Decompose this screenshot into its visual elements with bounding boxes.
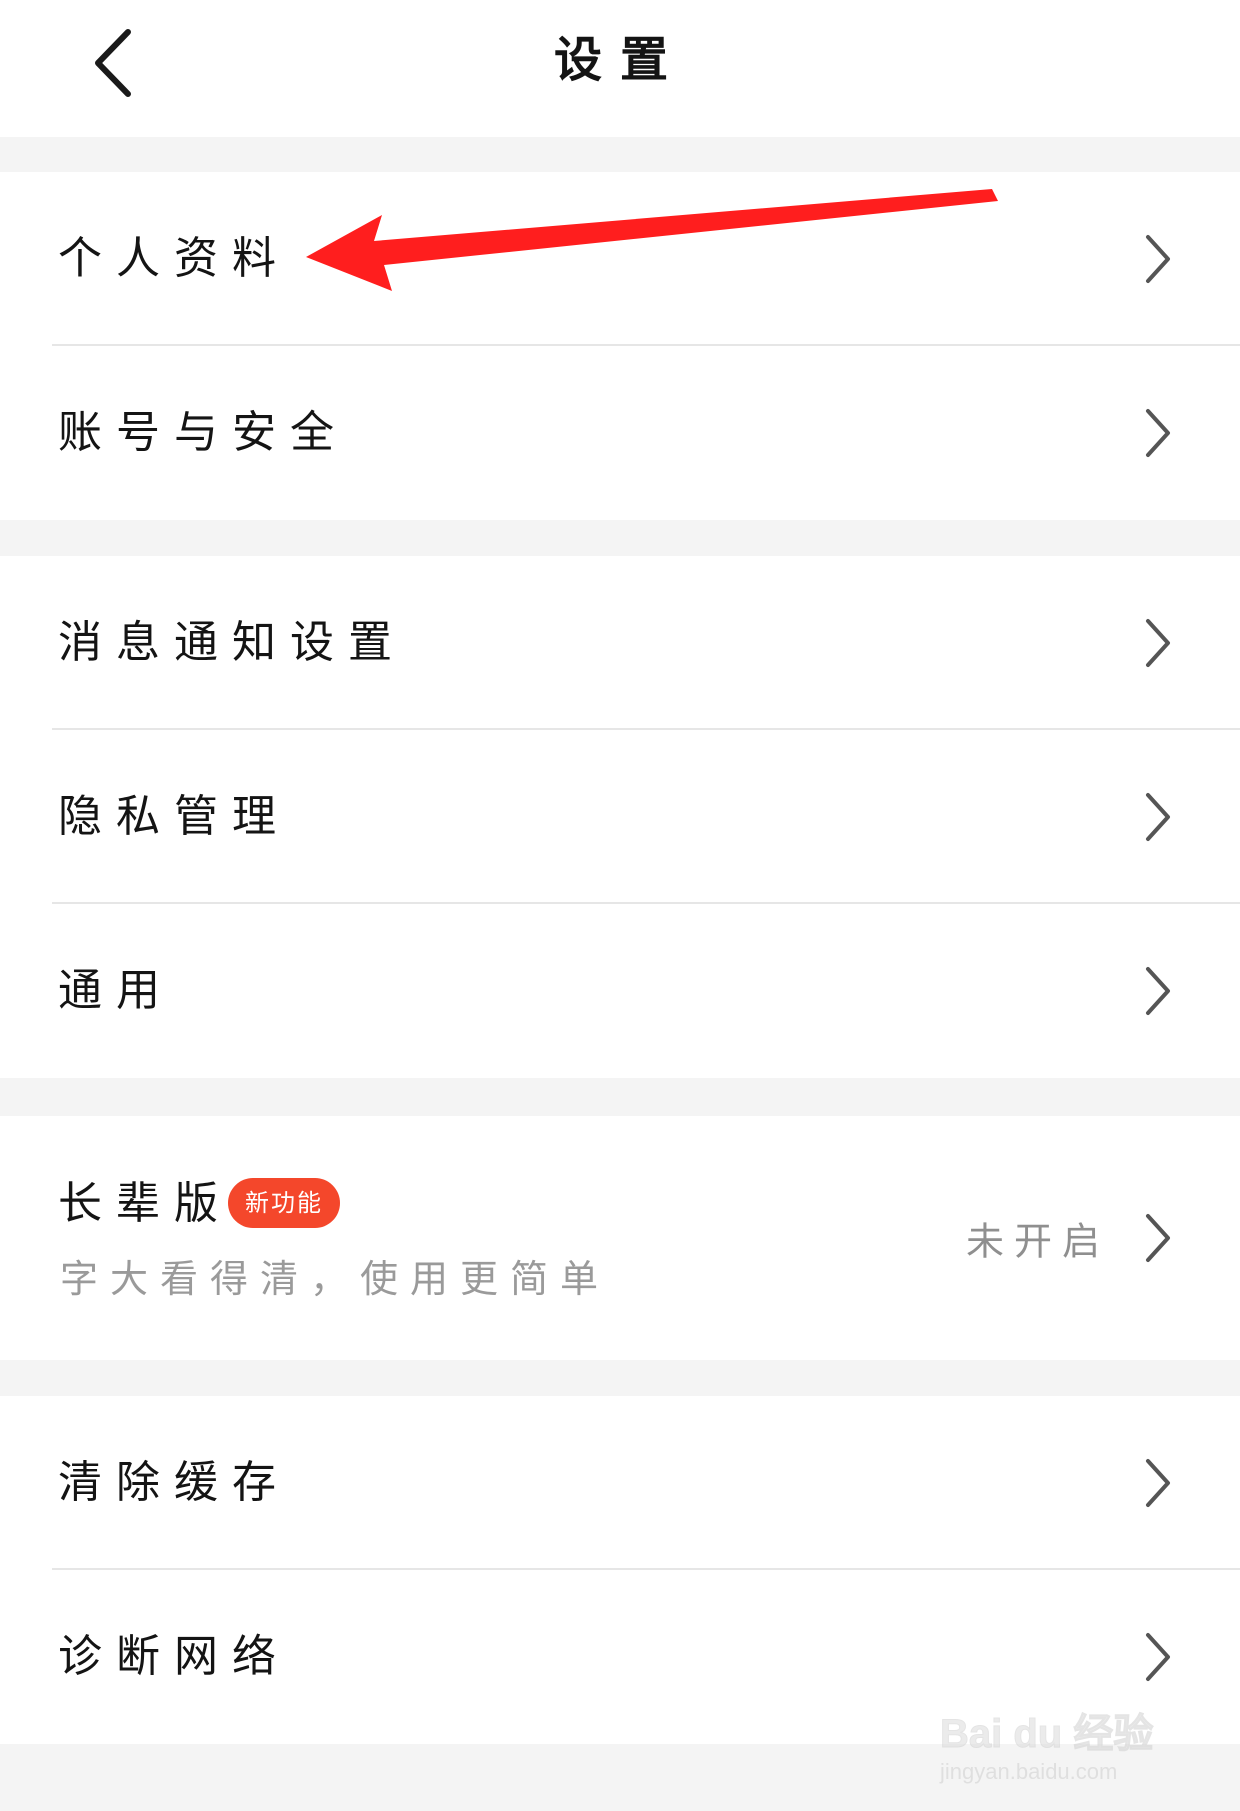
chevron-right-icon: [1146, 235, 1170, 283]
row-label: 消息通知设置: [58, 617, 406, 668]
row-label: 诊断网络: [58, 1631, 290, 1682]
watermark-logo: Bai du 经验 jingyan.baidu.com: [939, 1681, 1180, 1801]
watermark-main: Bai du 经验: [939, 1712, 1154, 1757]
chevron-right-icon: [1146, 967, 1170, 1015]
chevron-right-icon: [1146, 1633, 1170, 1681]
chevron-right-icon: [1146, 1459, 1170, 1507]
settings-row-general[interactable]: 通用: [0, 904, 1240, 1078]
chevron-right-icon: [1146, 409, 1170, 457]
row-label: 账号与安全: [58, 407, 348, 458]
chevron-right-icon: [1146, 1214, 1170, 1262]
page-title: 设置: [553, 32, 686, 88]
row-status: 未开启: [965, 1219, 1110, 1264]
new-feature-badge: 新功能: [228, 1178, 340, 1228]
row-subtitle: 字大看得清，使用更简单: [60, 1257, 611, 1301]
settings-row-account-security[interactable]: 账号与安全: [0, 346, 1240, 520]
row-label: 通用: [58, 965, 174, 1016]
settings-group-elder-mode: 长辈版 新功能 字大看得清，使用更简单 未开启: [0, 1116, 1240, 1360]
chevron-right-icon: [1146, 793, 1170, 841]
row-label: 隐私管理: [58, 791, 290, 842]
watermark-url: jingyan.baidu.com: [940, 1759, 1118, 1784]
settings-row-clear-cache[interactable]: 清除缓存: [0, 1396, 1240, 1570]
settings-group-general: 消息通知设置 隐私管理 通用: [0, 556, 1240, 1078]
settings-row-privacy[interactable]: 隐私管理: [0, 730, 1240, 904]
settings-row-notifications[interactable]: 消息通知设置: [0, 556, 1240, 730]
chevron-right-icon: [1146, 619, 1170, 667]
row-label: 清除缓存: [58, 1457, 290, 1508]
row-label: 个人资料: [58, 233, 290, 284]
row-label: 长辈版: [58, 1178, 232, 1229]
top-nav-bar: 设置: [0, 0, 1240, 137]
annotation-arrow: [306, 189, 998, 291]
settings-row-elder-mode[interactable]: 长辈版 新功能 字大看得清，使用更简单 未开启: [0, 1116, 1240, 1360]
